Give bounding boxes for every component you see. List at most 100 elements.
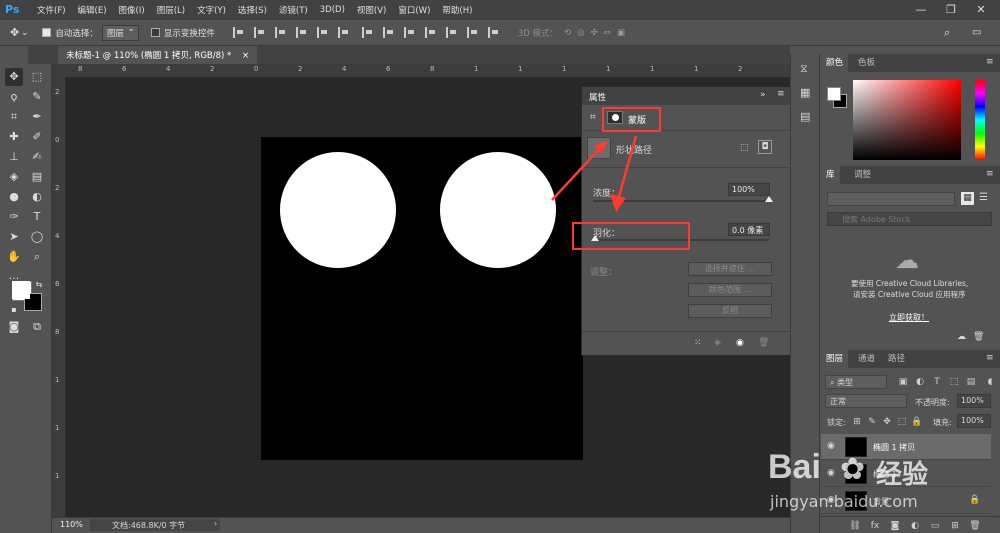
layer-filter-dropdown[interactable]: ⌕ 类型 [825,375,887,389]
menu-window[interactable]: 窗口(W) [398,4,430,16]
workspace-icon[interactable]: ▭ [972,27,981,38]
visibility-icon[interactable]: ◉ [736,338,744,348]
menu-layer[interactable]: 图层(L) [157,4,185,16]
pen-tool-icon[interactable]: ✑ [5,208,23,226]
gradient-tool-icon[interactable]: ▤ [28,168,46,186]
close-window-button[interactable]: ✕ [966,0,996,20]
panel-menu-icon[interactable]: ≡ [986,57,994,67]
filter-adjustment-icon[interactable]: ◐ [914,376,926,388]
tab-layers[interactable]: 图层 [821,350,849,368]
lock-artboard-icon[interactable]: ⬚ [896,416,908,428]
filter-pixel-icon[interactable]: ▣ [897,376,909,388]
select-and-mask-button[interactable]: 选择并遮住 ... [688,262,772,276]
quick-select-tool-icon[interactable]: ✎ [28,88,46,106]
grid-view-icon[interactable]: ▦ [961,192,974,205]
menu-filter[interactable]: 滤镜(T) [279,4,308,16]
panel-menu-icon[interactable]: ≡ [986,353,994,363]
color-range-button[interactable]: 颜色范围 ... [688,283,772,297]
distribute-vcenter-icon[interactable] [382,27,394,38]
document-tab[interactable]: 未标题-1 @ 110% (椭圆 1 拷贝, RGB/8) * × [58,46,258,64]
align-top-icon[interactable] [232,27,244,38]
menu-image[interactable]: 图像(I) [119,4,145,16]
eraser-tool-icon[interactable]: ◈ [5,168,23,186]
foreground-color-chip[interactable] [12,281,30,299]
ellipse-tool-icon[interactable]: ◯ [28,228,46,246]
clone-stamp-tool-icon[interactable]: ⊥ [5,148,23,166]
zoom-tool-icon[interactable]: ⌕ [28,248,46,266]
3d-slide-icon[interactable]: ⇔ [604,28,611,38]
lock-transparent-icon[interactable]: ⊞ [851,416,863,428]
align-left-icon[interactable] [295,27,307,38]
hand-tool-icon[interactable]: ✋ [5,248,23,266]
invert-button[interactable]: 反相 [688,304,772,318]
history-icon[interactable]: ⧖ [800,62,808,76]
lock-position-icon[interactable]: ✥ [881,416,893,428]
auto-select-checkbox[interactable] [42,27,55,38]
distribute-left-icon[interactable] [424,27,436,38]
minimize-button[interactable]: — [906,0,936,20]
default-colors-icon[interactable]: ▪ [5,301,23,319]
zoom-level[interactable]: 110% [60,520,83,529]
opacity-input[interactable]: 100% [957,394,991,408]
align-right-icon[interactable] [337,27,349,38]
ellipse-1-shape[interactable] [280,152,396,268]
collapse-icon[interactable]: » [760,90,766,100]
move-tool-icon[interactable]: ✥ [10,26,19,39]
tab-adjustments[interactable]: 调整 [849,166,876,184]
align-hcenter-icon[interactable] [316,27,328,38]
color-spectrum-field[interactable] [853,80,961,160]
3d-pan-icon[interactable]: ✣ [591,28,598,38]
path-select-tool-icon[interactable]: ➤ [5,228,23,246]
type-tool-icon[interactable]: T [28,208,46,226]
distribute-bottom-icon[interactable] [403,27,415,38]
paragraph-icon[interactable]: ▤ [800,110,810,123]
density-slider-thumb[interactable] [765,196,773,202]
menu-3d[interactable]: 3D(D) [320,5,345,15]
density-input[interactable]: 100% [728,183,770,196]
cc-sync-icon[interactable]: ☁ [957,332,966,342]
apply-mask-icon[interactable]: ◘ [758,140,772,154]
3d-rotate-icon[interactable]: ⟲ [564,28,571,38]
pixel-mask-icon[interactable]: ⌗ [590,112,596,123]
filter-type-icon[interactable]: T [931,376,943,388]
ellipse-1-copy-shape[interactable] [440,152,556,268]
auto-select-dropdown[interactable]: 图层 [101,24,139,41]
menu-edit[interactable]: 编辑(E) [78,4,107,16]
chevron-down-icon[interactable]: ⌄ [21,28,28,38]
blend-mode-dropdown[interactable]: 正常 [825,394,907,408]
lasso-tool-icon[interactable]: ϙ [5,88,23,106]
menu-file[interactable]: 文件(F) [37,4,66,16]
feather-input[interactable]: 0.0 像素 [728,223,770,236]
swap-colors-icon[interactable]: ⇆ [30,276,48,294]
panel-menu-icon[interactable]: ≡ [777,89,785,99]
list-view-icon[interactable]: ☰ [979,192,988,203]
library-search-input[interactable]: 搜索 Adobe Stock [827,212,992,226]
quick-mask-icon[interactable]: ◙ [5,318,23,336]
align-bottom-icon[interactable] [274,27,286,38]
tab-libraries[interactable]: 库 [821,166,840,184]
tab-paths[interactable]: 路径 [883,350,910,368]
filter-shape-icon[interactable]: ⬚ [948,376,960,388]
ruler-origin[interactable] [52,64,66,78]
tab-swatches[interactable]: 色板 [853,54,880,72]
library-delete-icon[interactable]: 🗑 [973,332,984,342]
distribute-right-icon[interactable] [466,27,478,38]
filter-toggle-icon[interactable]: ◖ [984,376,996,388]
lock-pixels-icon[interactable]: ✎ [866,416,878,428]
filter-smart-icon[interactable]: ▤ [965,376,977,388]
3d-scale-icon[interactable]: ▣ [617,28,625,38]
distribute-top-icon[interactable] [361,27,373,38]
history-brush-tool-icon[interactable]: ✍ [28,148,46,166]
document-canvas[interactable] [261,137,583,460]
panel-menu-icon[interactable]: ≡ [986,169,994,179]
lock-all-icon[interactable]: 🔒 [911,416,923,428]
chevron-right-icon[interactable]: › [214,519,217,528]
blur-tool-icon[interactable]: ● [5,188,23,206]
install-cc-link[interactable]: 立即获取！ [889,312,929,323]
marquee-tool-icon[interactable]: ⬚ [28,68,46,86]
delete-mask-icon[interactable]: 🗑 [758,338,769,348]
distribute-hcenter-icon[interactable] [445,27,457,38]
menu-type[interactable]: 文字(Y) [197,4,226,16]
align-vcenter-icon[interactable] [253,27,265,38]
screen-mode-icon[interactable]: ⧉ [28,318,46,336]
